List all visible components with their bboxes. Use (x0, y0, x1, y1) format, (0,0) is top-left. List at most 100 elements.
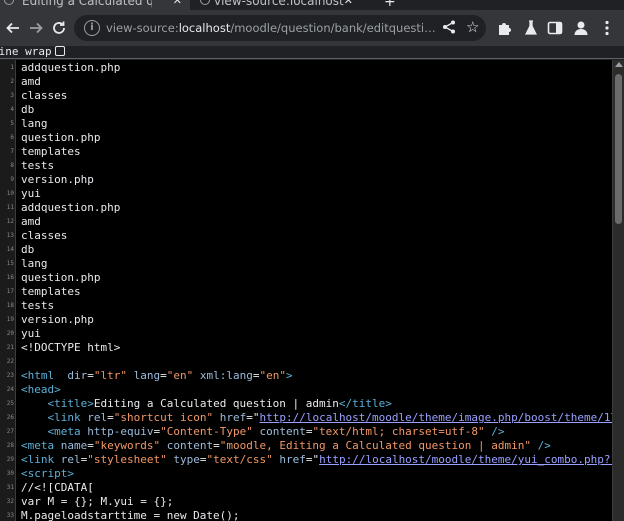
text-token: var M = {}; M.yui = {}; (21, 495, 174, 508)
line-code: <link rel="stylesheet" type="text/css" h… (21, 453, 612, 467)
reload-button[interactable] (48, 17, 70, 39)
source-line: 8 tests (0, 159, 612, 173)
extensions-puzzle-icon[interactable] (496, 19, 514, 37)
text-token: =" (305, 453, 320, 466)
line-number: 14 (6, 246, 14, 253)
text-token: tests (21, 159, 55, 172)
source-line: 14 db (0, 243, 612, 257)
line-code: yui (21, 327, 41, 341)
text-token: lang (21, 257, 48, 270)
line-number: 21 (6, 344, 14, 351)
line-code: db (21, 103, 34, 117)
line-code: <title>Editing a Calculated question | a… (21, 397, 392, 411)
source-link[interactable]: http://localhost/moodle/theme/image.php/… (259, 411, 612, 424)
line-number: 10 (6, 190, 14, 197)
source-line: 19 version.php (0, 313, 612, 327)
share-icon[interactable] (442, 19, 456, 38)
line-code: <head> (21, 383, 61, 397)
attribute-value-token: "keywords" (93, 439, 161, 452)
line-code: question.php (21, 131, 100, 145)
tab-editing-calculated-question[interactable]: Editing a Calculated question ✕ (0, 0, 190, 10)
line-code: <script> (21, 467, 74, 481)
source-view[interactable]: 1 addquestion.php 2 amd 3 classes 4 db 5 lang 6 que… (0, 60, 612, 521)
arrow-right-icon (30, 22, 43, 34)
side-panel-icon[interactable] (546, 19, 564, 37)
url-text[interactable]: view-source:localhost/moodle/question/ba… (106, 21, 436, 35)
bookmark-star-icon[interactable]: ☆ (466, 18, 479, 36)
line-number: 29 (6, 456, 14, 463)
tab-view-source[interactable]: view-source:localhost/moodle/question/ba… (196, 0, 361, 10)
new-tab-icon[interactable]: + (384, 0, 396, 10)
html-tag-token: <head> (21, 383, 61, 396)
attribute-name-token: dir (67, 369, 88, 382)
source-line: 15 lang (0, 257, 612, 271)
text-token: db (21, 103, 35, 116)
source-line: 4 db (0, 103, 612, 117)
line-wrap-bar: line wrap (0, 45, 624, 59)
url-host: localhost (178, 21, 231, 35)
labs-flask-icon[interactable] (522, 19, 540, 37)
html-tag-token: /> (537, 439, 551, 452)
html-tag-token: <link (21, 453, 55, 466)
account-person-icon[interactable] (572, 19, 590, 37)
line-number: 26 (6, 414, 14, 421)
tab-close-icon[interactable]: ✕ (173, 0, 182, 7)
address-bar[interactable]: i view-source:localhost/moodle/question/… (74, 15, 486, 41)
back-button[interactable] (2, 17, 24, 39)
line-code: M.pageloadstarttime = new Date(); (21, 509, 240, 521)
html-tag-token: <title> (47, 397, 94, 410)
line-number: 28 (6, 442, 14, 449)
scrollbar-thumb[interactable] (615, 74, 622, 224)
line-number: 20 (6, 330, 14, 337)
tab-close-icon[interactable]: ✕ (344, 0, 353, 7)
attribute-name-token: href (219, 411, 247, 424)
source-line: 20 yui (0, 327, 612, 341)
source-line: 7 templates (0, 145, 612, 159)
attribute-name-token: rel (60, 453, 81, 466)
line-number: 22 (6, 358, 14, 365)
line-wrap-toggle[interactable]: line wrap (0, 45, 65, 58)
line-number: 11 (6, 204, 14, 211)
forward-button[interactable] (25, 17, 47, 39)
line-code: classes (21, 229, 67, 243)
source-line: 25 <title>Editing a Calculated question … (0, 397, 612, 411)
line-wrap-checkbox[interactable] (54, 46, 65, 56)
text-token: classes (21, 89, 68, 102)
scroll-up-arrow-icon[interactable] (615, 62, 623, 67)
source-line: 18 tests (0, 299, 612, 313)
attribute-value-token: "stylesheet" (87, 453, 167, 466)
source-link[interactable]: http://localhost/moodle/theme/yui_combo.… (319, 453, 612, 466)
line-number: 25 (6, 400, 14, 407)
source-line: 31 //<![CDATA[ (0, 481, 612, 495)
html-tag-token: <script> (21, 467, 74, 480)
line-code: version.php (21, 173, 94, 187)
text-token: addquestion.php (21, 61, 121, 74)
line-code: classes (21, 89, 67, 103)
info-icon[interactable]: i (84, 20, 100, 36)
attribute-name-token: http-equiv (87, 425, 154, 438)
arrow-left-icon (6, 22, 19, 34)
line-code: addquestion.php (21, 201, 120, 215)
line-code: addquestion.php (21, 61, 120, 75)
line-number: 19 (6, 316, 14, 323)
line-number: 30 (6, 470, 14, 477)
html-tag-token: </title> (338, 397, 392, 410)
menu-kebab-icon[interactable] (598, 19, 616, 37)
line-number: 4 (10, 106, 14, 113)
favicon-icon (4, 0, 14, 5)
text-token: classes (21, 229, 68, 242)
text-token: question.php (21, 131, 101, 144)
html-tag-token: <html (21, 369, 55, 382)
text-token: //<![CDATA[ (21, 481, 94, 494)
attribute-value-token: "moodle, Editing a Calculated question |… (219, 439, 531, 452)
favicon-icon (200, 0, 210, 5)
attribute-value-token: "en" (166, 369, 194, 382)
line-code: yui (21, 187, 41, 201)
vertical-scrollbar[interactable] (612, 60, 624, 521)
